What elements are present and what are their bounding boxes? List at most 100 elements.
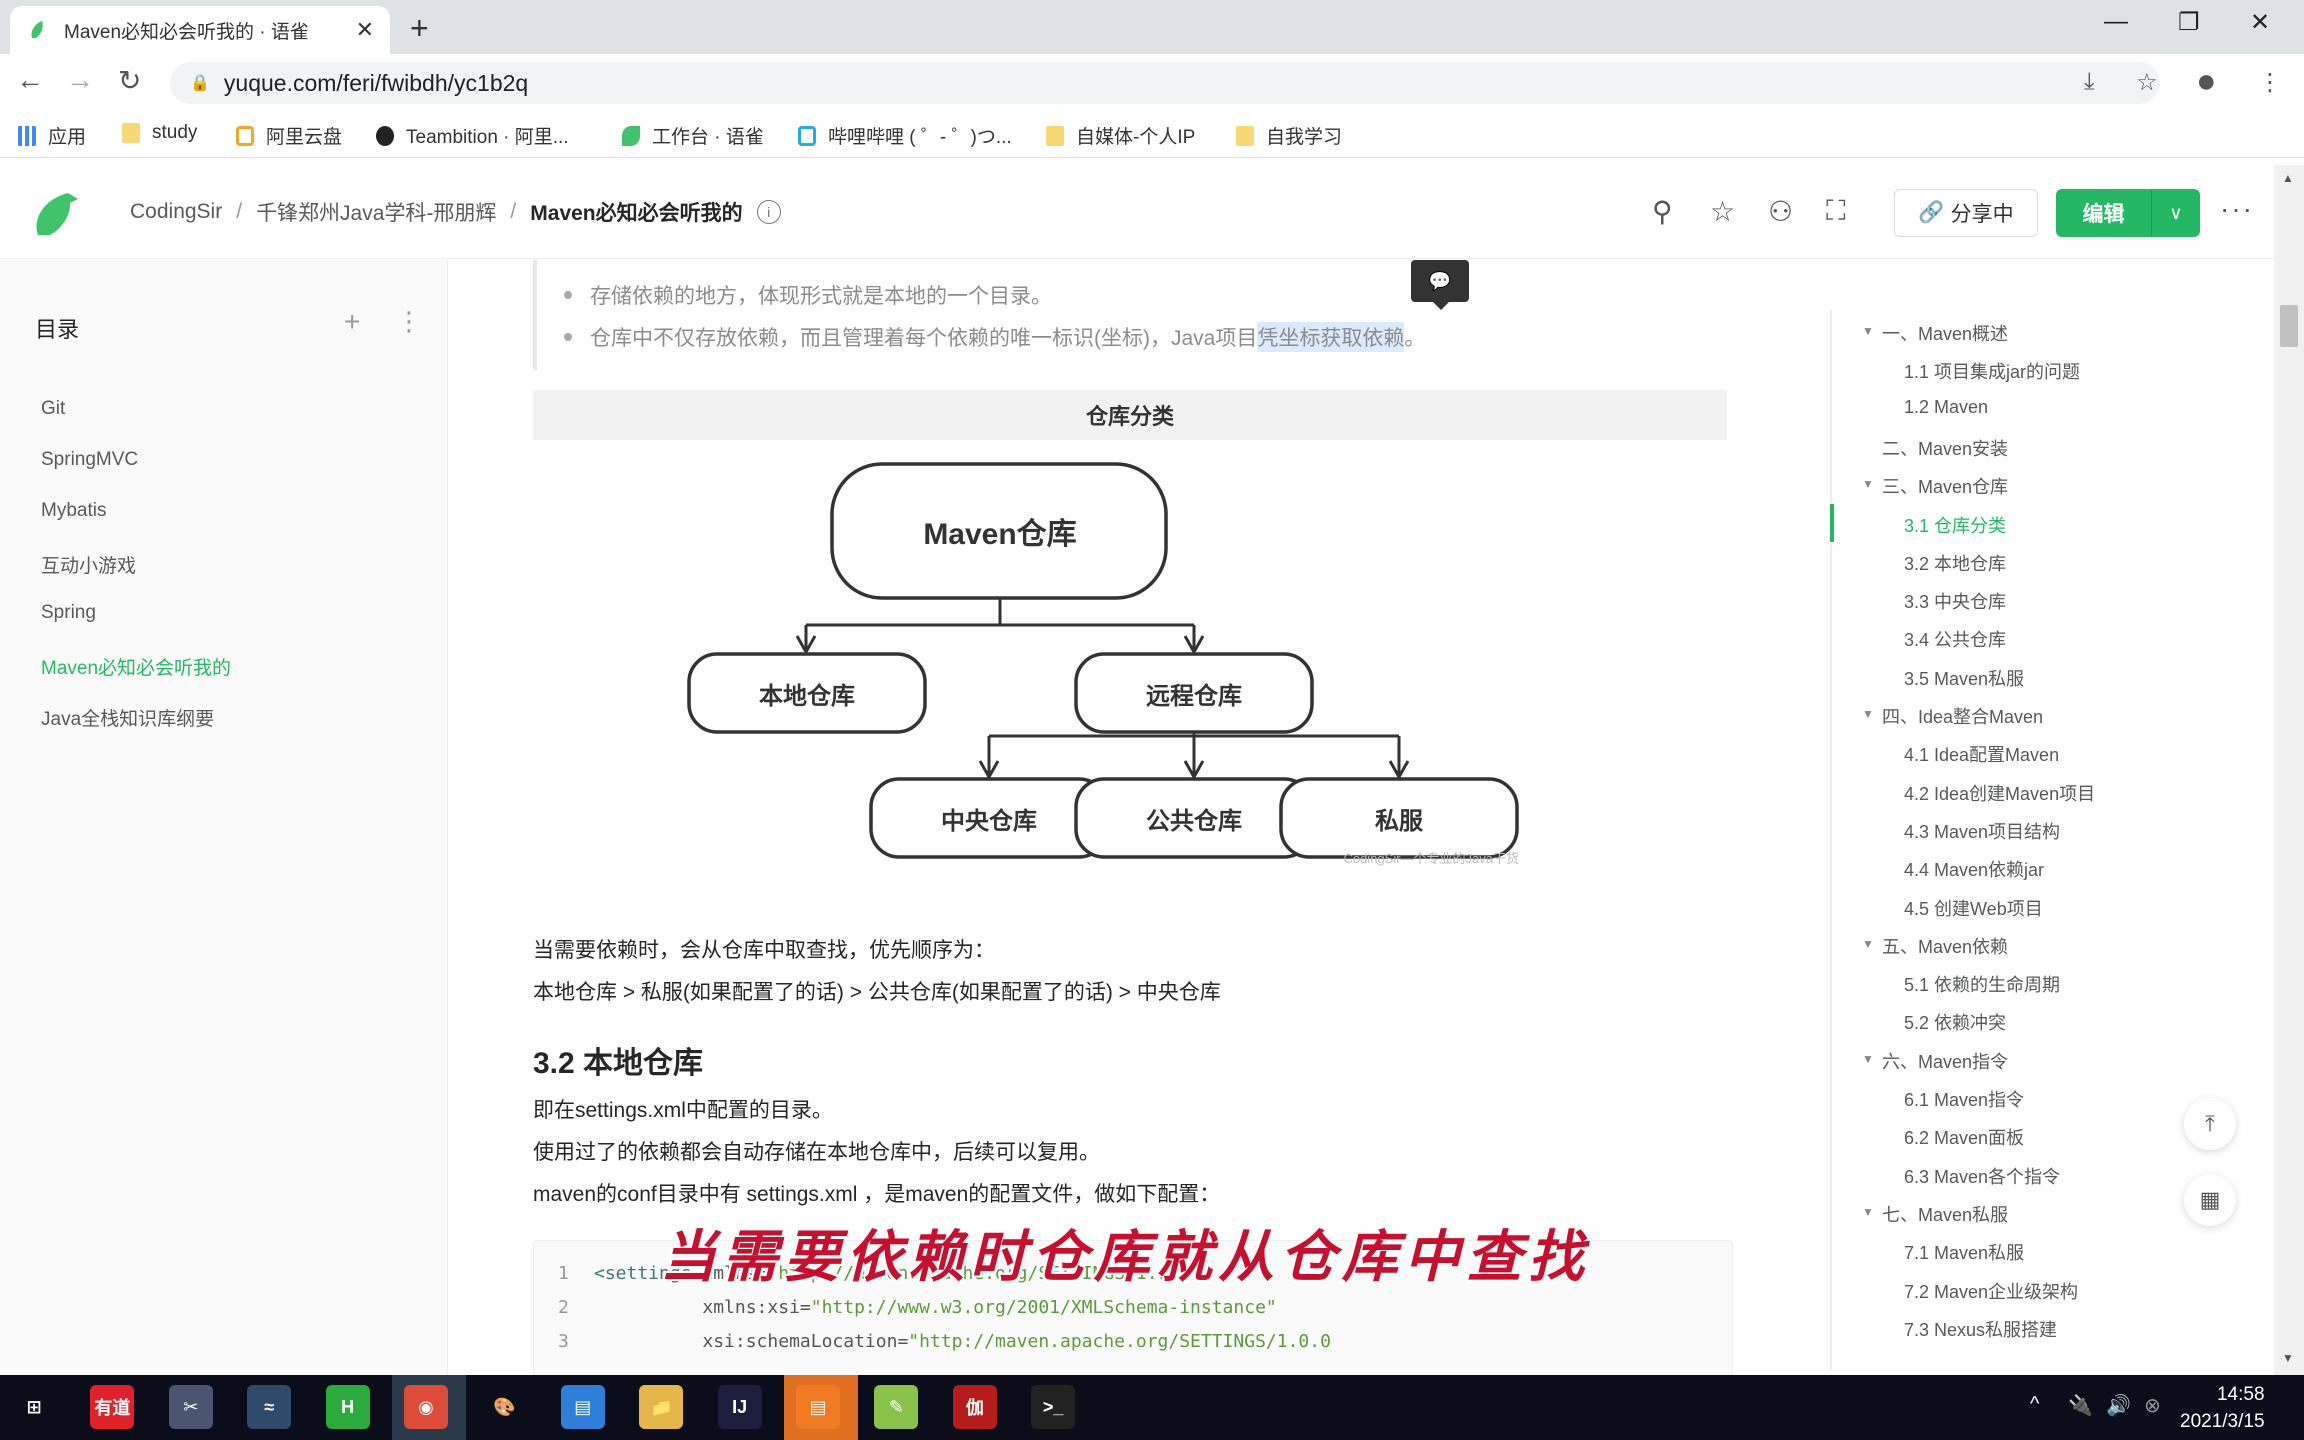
forward-icon[interactable]: → [66, 64, 94, 96]
back-icon[interactable]: ← [16, 64, 44, 96]
taskbar-app-start[interactable]: ⊞ [12, 1385, 56, 1429]
taskbar-app-paint[interactable]: 🎨 [482, 1385, 527, 1429]
add-collaborator-icon[interactable]: ⚇ [1768, 195, 1793, 228]
toc-item[interactable]: 3.4 公共仓库 [1904, 626, 2006, 652]
taskbar-app-hbuilder[interactable]: H [325, 1385, 370, 1429]
breadcrumb-item[interactable]: CodingSir [130, 200, 222, 224]
toc-item[interactable]: 二、Maven安装 [1882, 435, 2008, 461]
taskbar-app-app-red[interactable]: 伽 [952, 1385, 997, 1429]
taskbar-app-snipping[interactable]: ✂ [168, 1385, 213, 1429]
toc-item[interactable]: 4.3 Maven项目结构 [1904, 818, 2060, 844]
taskbar-app-terminal[interactable]: >_ [1031, 1385, 1076, 1429]
bookmark-apps[interactable]: 应用 [18, 122, 86, 149]
toc-item[interactable]: 四、Idea整合Maven [1882, 703, 2043, 729]
toc-item[interactable]: 7.3 Nexus私服搭建 [1904, 1316, 2057, 1342]
toc-collapse-icon[interactable]: ▼ [1862, 324, 1874, 338]
profile-avatar-icon[interactable]: ● [2196, 62, 2217, 101]
toc-item[interactable]: 三、Maven仓库 [1882, 473, 2008, 499]
sidebar-item-game[interactable]: 互动小游戏 [41, 551, 136, 578]
toc-item[interactable]: 6.3 Maven各个指令 [1904, 1163, 2060, 1189]
taskbar-app-app-orange[interactable]: ▤ [796, 1385, 840, 1429]
toc-item[interactable]: 4.2 Idea创建Maven项目 [1904, 780, 2095, 806]
taskbar-app-explorer[interactable]: 📁 [639, 1385, 684, 1429]
qr-code-button[interactable]: ▦ [2184, 1174, 2236, 1226]
taskbar-app-mysql-workbench[interactable]: ≈ [247, 1385, 292, 1429]
bookmark-study[interactable]: study [122, 122, 197, 144]
sidebar-item-java-outline[interactable]: Java全栈知识库纲要 [41, 704, 214, 731]
toc-collapse-icon[interactable]: ▼ [1862, 937, 1874, 951]
toc-item[interactable]: 4.4 Maven依赖jar [1904, 856, 2044, 882]
breadcrumb-item[interactable]: 千锋郑州Java学科-邢朋辉 [256, 197, 496, 227]
toc-item[interactable]: 六、Maven指令 [1882, 1048, 2008, 1074]
toc-item[interactable]: 3.2 本地仓库 [1904, 550, 2006, 576]
bookmark-aliyun[interactable]: 阿里云盘 [236, 122, 342, 149]
restore-icon[interactable]: ❐ [2178, 8, 2200, 37]
bookmark-bilibili[interactable]: 哔哩哔哩 ( ゜- ゜)つ... [798, 122, 1012, 149]
toc-collapse-icon[interactable]: ▼ [1862, 1205, 1874, 1219]
power-icon[interactable]: 🔌 [2068, 1393, 2093, 1418]
chrome-menu-icon[interactable]: ⋮ [2258, 68, 2282, 97]
toc-item[interactable]: 7.2 Maven企业级架构 [1904, 1278, 2078, 1304]
toc-item[interactable]: 5.2 依赖冲突 [1904, 1009, 2006, 1035]
toc-collapse-icon[interactable]: ▼ [1862, 707, 1874, 721]
bookmark-star-icon[interactable]: ☆ [2136, 68, 2158, 97]
toc-item[interactable]: 七、Maven私服 [1882, 1201, 2008, 1227]
bookmark-teambition[interactable]: Teambition · 阿里... [376, 122, 569, 149]
toc-item[interactable]: 1.2 Maven [1904, 397, 1988, 418]
taskbar-app-notepad-plus[interactable]: ✎ [874, 1385, 919, 1429]
search-icon[interactable]: ⚲ [1652, 195, 1673, 228]
share-button[interactable]: 🔗 分享中 [1894, 189, 2038, 237]
toc-item[interactable]: 4.5 创建Web项目 [1904, 895, 2043, 921]
sidebar-item-mybatis[interactable]: Mybatis [41, 500, 106, 522]
url-text[interactable]: yuque.com/feri/fwibdh/yc1b2q [224, 70, 528, 97]
info-icon[interactable]: i [756, 200, 781, 224]
selected-text[interactable]: 凭坐标获取依赖 [1257, 322, 1405, 352]
more-options-icon[interactable]: ··· [2220, 193, 2254, 225]
new-tab-button[interactable]: + [410, 10, 429, 47]
toc-item[interactable]: 3.3 中央仓库 [1904, 588, 2006, 614]
add-doc-icon[interactable]: + [344, 306, 360, 338]
volume-icon[interactable]: 🔊 [2106, 1393, 2131, 1418]
toc-item[interactable]: 7.1 Maven私服 [1904, 1239, 2024, 1265]
sidebar-item-spring[interactable]: Spring [41, 602, 96, 624]
network-error-icon[interactable]: ⊗ [2144, 1393, 2161, 1418]
taskbar-app-youdao[interactable]: 有道 [90, 1385, 135, 1429]
toc-item[interactable]: 一、Maven概述 [1882, 320, 2008, 346]
toc-collapse-icon[interactable]: ▼ [1862, 477, 1874, 491]
sidebar-item-maven[interactable]: Maven必知必会听我的 [41, 653, 231, 680]
page-scrollbar[interactable]: ▲ ▼ [2274, 165, 2304, 1375]
star-icon[interactable]: ☆ [1710, 195, 1735, 228]
chevron-down-icon[interactable]: ∨ [2152, 189, 2200, 237]
toc-item[interactable]: 6.2 Maven面板 [1904, 1124, 2024, 1150]
edit-button[interactable]: 编辑 ∨ [2056, 189, 2200, 237]
sidebar-item-springmvc[interactable]: SpringMVC [41, 449, 138, 471]
toc-item[interactable]: 5.1 依赖的生命周期 [1904, 971, 2060, 997]
bookmark-self-study[interactable]: 自我学习 [1236, 122, 1342, 149]
scroll-down-icon[interactable]: ▼ [2282, 1351, 2294, 1365]
toc-item[interactable]: 1.1 项目集成jar的问题 [1904, 358, 2080, 384]
reload-icon[interactable]: ↻ [118, 64, 141, 97]
bookmark-media[interactable]: 自媒体-个人IP [1046, 122, 1195, 149]
taskbar-app-notepad[interactable]: ▤ [560, 1385, 605, 1429]
toc-collapse-icon[interactable]: ▼ [1862, 1052, 1874, 1066]
comment-button[interactable]: 💬 [1411, 260, 1469, 310]
bookmark-yuque[interactable]: 工作台 · 语雀 [622, 122, 764, 149]
browser-tab[interactable]: Maven必知必会听我的 · 语雀 ✕ [10, 6, 390, 54]
tray-expand-icon[interactable]: ^ [2030, 1393, 2039, 1416]
install-app-icon[interactable]: ⤓ [2084, 68, 2095, 96]
system-clock[interactable]: 14:58 2021/3/15 [2180, 1381, 2265, 1435]
sidebar-item-git[interactable]: Git [41, 398, 65, 420]
taskbar-app-chrome[interactable]: ◉ [404, 1385, 448, 1429]
address-bar[interactable]: 🔒 yuque.com/feri/fwibdh/yc1b2q [170, 62, 2160, 104]
sidebar-more-icon[interactable]: ⋮ [396, 306, 422, 337]
minimize-icon[interactable]: — [2104, 8, 2128, 36]
toc-item[interactable]: 4.1 Idea配置Maven [1904, 741, 2059, 767]
toc-item[interactable]: 3.1 仓库分类 [1904, 512, 2006, 538]
close-tab-icon[interactable]: ✕ [356, 17, 374, 43]
scroll-up-icon[interactable]: ▲ [2282, 171, 2294, 185]
toc-item[interactable]: 3.5 Maven私服 [1904, 665, 2024, 691]
toc-item[interactable]: 五、Maven依赖 [1882, 933, 2008, 959]
back-to-top-button[interactable]: ⤒ [2184, 1098, 2236, 1150]
taskbar-app-intellij[interactable]: IJ [717, 1385, 762, 1429]
presentation-icon[interactable]: ⛶ [1826, 195, 1846, 228]
